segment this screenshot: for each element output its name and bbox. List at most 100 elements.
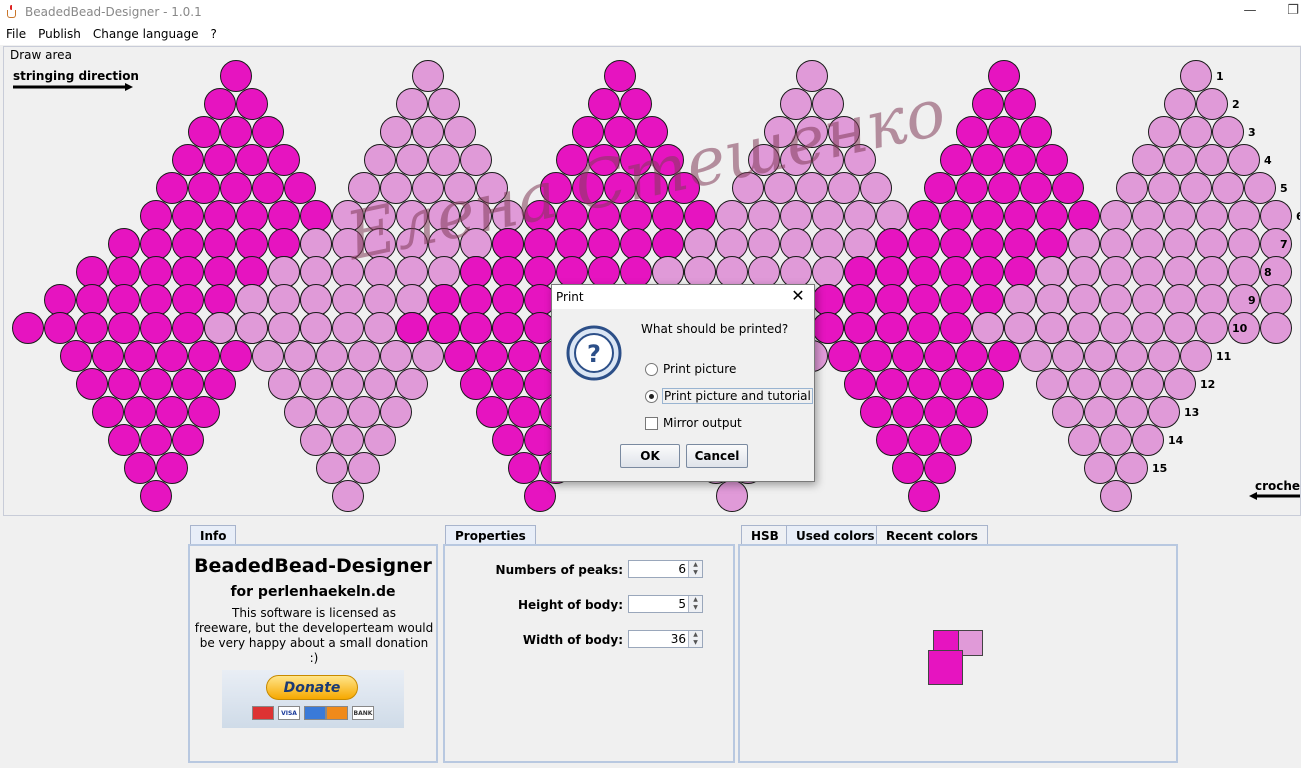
bead[interactable] xyxy=(588,200,620,232)
bead[interactable] xyxy=(844,368,876,400)
bead[interactable] xyxy=(220,116,252,148)
bead[interactable] xyxy=(940,200,972,232)
bead[interactable] xyxy=(1068,424,1100,456)
bead[interactable] xyxy=(892,340,924,372)
bead[interactable] xyxy=(204,88,236,120)
bead[interactable] xyxy=(1068,312,1100,344)
bead[interactable] xyxy=(268,284,300,316)
bead[interactable] xyxy=(1196,228,1228,260)
bead[interactable] xyxy=(1100,256,1132,288)
bead[interactable] xyxy=(972,88,1004,120)
bead[interactable] xyxy=(76,312,108,344)
bead[interactable] xyxy=(332,480,364,512)
bead[interactable] xyxy=(1196,200,1228,232)
bead[interactable] xyxy=(492,228,524,260)
bead[interactable] xyxy=(860,340,892,372)
bead[interactable] xyxy=(956,396,988,428)
bead[interactable] xyxy=(268,200,300,232)
bead[interactable] xyxy=(476,172,508,204)
bead[interactable] xyxy=(588,228,620,260)
bead[interactable] xyxy=(300,368,332,400)
bead[interactable] xyxy=(396,368,428,400)
bead[interactable] xyxy=(1180,60,1212,92)
bead[interactable] xyxy=(332,312,364,344)
bead[interactable] xyxy=(748,256,780,288)
width-spinner[interactable]: 36 ▲ ▼ xyxy=(628,630,703,648)
bead[interactable] xyxy=(108,256,140,288)
bead[interactable] xyxy=(332,256,364,288)
print-picture-option[interactable]: Print picture xyxy=(645,362,736,376)
cancel-button[interactable]: Cancel xyxy=(686,444,748,468)
bead[interactable] xyxy=(204,200,236,232)
bead[interactable] xyxy=(396,228,428,260)
bead[interactable] xyxy=(1052,340,1084,372)
bead[interactable] xyxy=(716,256,748,288)
bead[interactable] xyxy=(1244,172,1276,204)
bead[interactable] xyxy=(876,424,908,456)
bead[interactable] xyxy=(1004,228,1036,260)
bead[interactable] xyxy=(172,424,204,456)
bead[interactable] xyxy=(492,200,524,232)
bead[interactable] xyxy=(92,340,124,372)
bead[interactable] xyxy=(428,256,460,288)
spinner-up-icon[interactable]: ▲ xyxy=(689,631,702,639)
bead[interactable] xyxy=(652,256,684,288)
bead[interactable] xyxy=(124,340,156,372)
maximize-button[interactable]: ❐ xyxy=(1283,2,1301,22)
bead[interactable] xyxy=(876,228,908,260)
bead[interactable] xyxy=(748,228,780,260)
bead[interactable] xyxy=(732,172,764,204)
bead[interactable] xyxy=(252,172,284,204)
bead[interactable] xyxy=(1084,340,1116,372)
bead[interactable] xyxy=(1132,284,1164,316)
bead[interactable] xyxy=(1100,424,1132,456)
bead[interactable] xyxy=(812,228,844,260)
bead[interactable] xyxy=(860,172,892,204)
bead[interactable] xyxy=(1068,200,1100,232)
bead[interactable] xyxy=(204,228,236,260)
bead[interactable] xyxy=(316,452,348,484)
bead[interactable] xyxy=(556,200,588,232)
bead[interactable] xyxy=(524,480,556,512)
bead[interactable] xyxy=(972,312,1004,344)
bead[interactable] xyxy=(876,368,908,400)
bead[interactable] xyxy=(1212,116,1244,148)
bead[interactable] xyxy=(1228,200,1260,232)
bead[interactable] xyxy=(780,200,812,232)
bead[interactable] xyxy=(1116,340,1148,372)
bead[interactable] xyxy=(1100,284,1132,316)
bead[interactable] xyxy=(1100,200,1132,232)
bead[interactable] xyxy=(268,256,300,288)
spinner-down-icon[interactable]: ▼ xyxy=(689,639,702,647)
bead[interactable] xyxy=(364,312,396,344)
bead[interactable] xyxy=(1004,88,1036,120)
bead[interactable] xyxy=(604,116,636,148)
bead[interactable] xyxy=(1116,396,1148,428)
tab-used-colors[interactable]: Used colors xyxy=(786,525,885,545)
bead[interactable] xyxy=(908,284,940,316)
bead[interactable] xyxy=(188,116,220,148)
bead[interactable] xyxy=(380,172,412,204)
bead[interactable] xyxy=(108,424,140,456)
bead[interactable] xyxy=(812,284,844,316)
mirror-output-option[interactable]: Mirror output xyxy=(645,416,742,430)
peaks-spinner[interactable]: 6 ▲ ▼ xyxy=(628,560,703,578)
bead[interactable] xyxy=(284,340,316,372)
bead[interactable] xyxy=(172,256,204,288)
bead[interactable] xyxy=(220,340,252,372)
bead[interactable] xyxy=(1100,480,1132,512)
bead[interactable] xyxy=(268,228,300,260)
bead[interactable] xyxy=(444,340,476,372)
ok-button[interactable]: OK xyxy=(620,444,680,468)
spinner-up-icon[interactable]: ▲ xyxy=(689,596,702,604)
bead[interactable] xyxy=(300,228,332,260)
bead[interactable] xyxy=(1004,312,1036,344)
bead[interactable] xyxy=(1084,396,1116,428)
bead[interactable] xyxy=(940,256,972,288)
bead[interactable] xyxy=(460,368,492,400)
bead[interactable] xyxy=(620,88,652,120)
bead[interactable] xyxy=(1004,256,1036,288)
bead[interactable] xyxy=(364,200,396,232)
bead[interactable] xyxy=(1132,368,1164,400)
bead[interactable] xyxy=(588,256,620,288)
